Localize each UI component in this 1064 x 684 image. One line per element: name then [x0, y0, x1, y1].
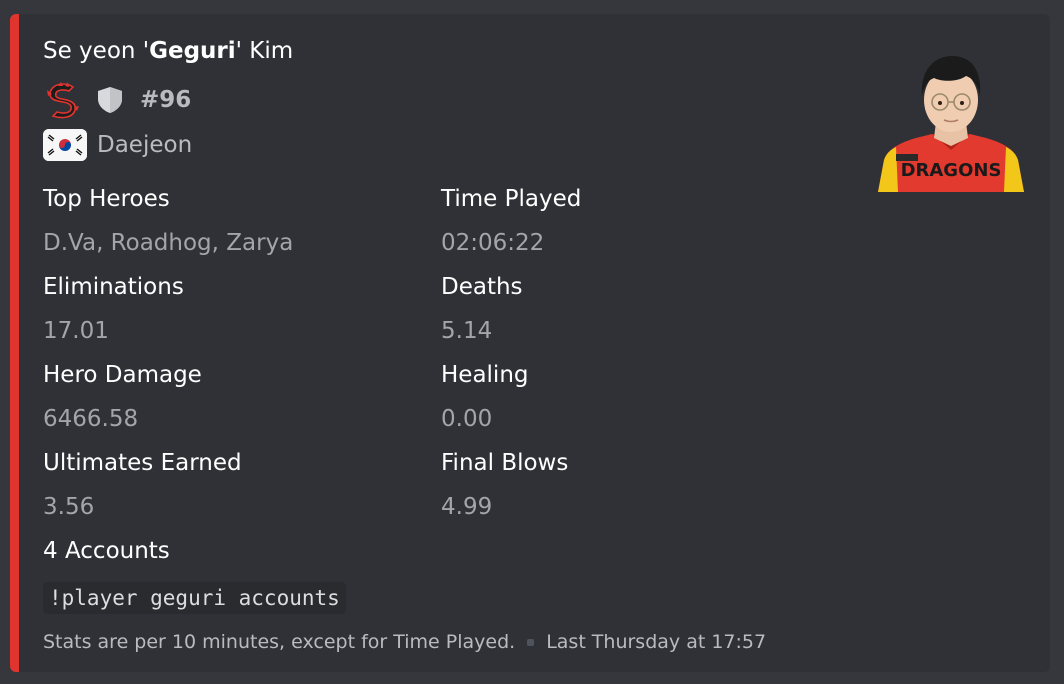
player-embed: Se yeon 'Geguri' Kim #96 Daejeon DRAGONS…: [10, 14, 1050, 672]
footer-text: Stats are per 10 minutes, except for Tim…: [43, 631, 516, 653]
field-name-deaths: Deaths: [441, 274, 523, 300]
player-thumbnail[interactable]: DRAGONS: [876, 50, 1026, 192]
embed-footer: Stats are per 10 minutes, except for Tim…: [43, 628, 766, 656]
field-value-final-blows: 4.99: [441, 494, 493, 520]
embed-accent-bar: [10, 14, 19, 672]
field-value-hero-damage: 6466.58: [43, 406, 139, 432]
shield-icon: [98, 87, 122, 113]
field-name-time-played: Time Played: [441, 186, 582, 212]
field-value-ultimates-earned: 3.56: [43, 494, 95, 520]
team-ranking: #96: [140, 87, 192, 113]
field-value-top-heroes: D.Va, Roadhog, Zarya: [43, 230, 294, 256]
author-nickname: Geguri: [149, 38, 236, 64]
dragon-logo-icon: [47, 82, 79, 119]
field-value-time-played: 02:06:22: [441, 230, 545, 256]
field-value-deaths: 5.14: [441, 318, 493, 344]
player-city: Daejeon: [97, 132, 193, 158]
field-value-healing: 0.00: [441, 406, 493, 432]
footer-timestamp: Last Thursday at 17:57: [546, 631, 767, 653]
author-last-name: ' Kim: [235, 38, 294, 64]
footer-separator-dot: [527, 638, 535, 646]
jersey-text: DRAGONS: [901, 160, 1002, 181]
embed-author: Se yeon 'Geguri' Kim: [43, 38, 293, 64]
field-name-accounts: 4 Accounts: [43, 538, 170, 564]
field-name-healing: Healing: [441, 362, 529, 388]
field-name-top-heroes: Top Heroes: [43, 186, 170, 212]
author-first-name: Se yeon ': [43, 38, 150, 64]
south-korea-flag-icon: [43, 129, 87, 161]
location-row: Daejeon: [43, 127, 192, 163]
field-name-ultimates-earned: Ultimates Earned: [43, 450, 242, 476]
field-name-hero-damage: Hero Damage: [43, 362, 202, 388]
field-name-final-blows: Final Blows: [441, 450, 569, 476]
accounts-command-code[interactable]: !player geguri accounts: [43, 582, 346, 614]
field-value-eliminations: 17.01: [43, 318, 109, 344]
team-row: #96: [43, 82, 192, 119]
field-name-eliminations: Eliminations: [43, 274, 184, 300]
